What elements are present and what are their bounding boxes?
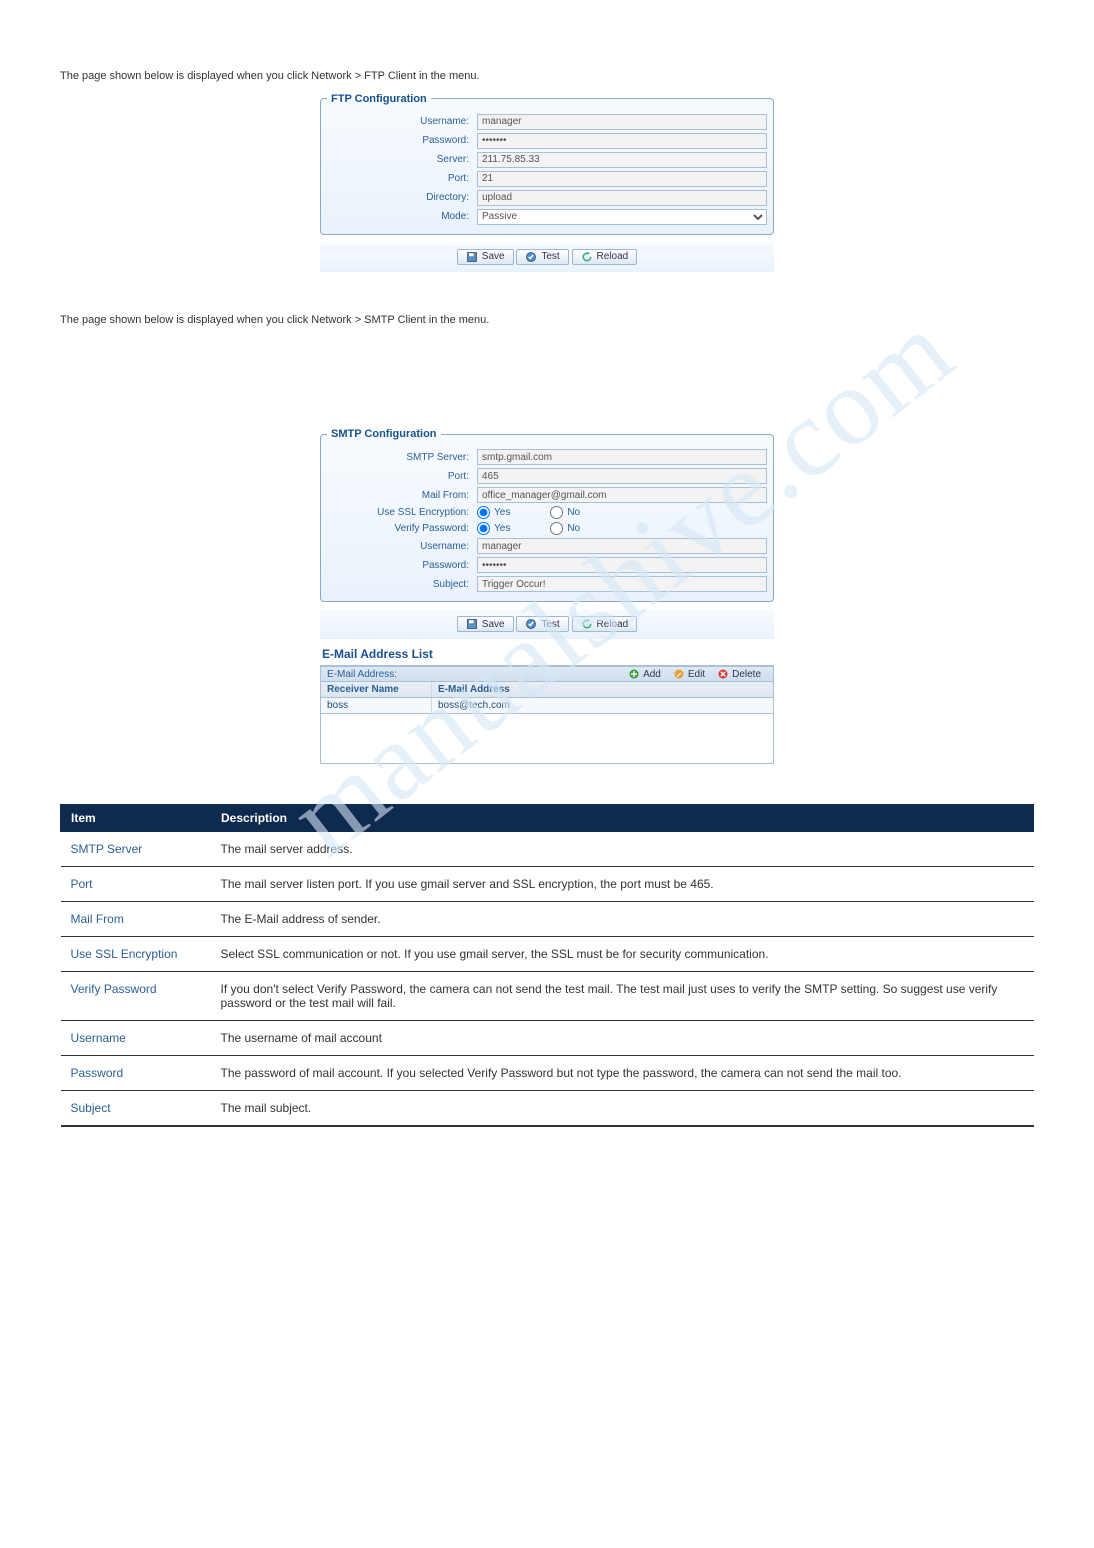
add-icon	[628, 668, 640, 680]
delete-button[interactable]: Delete	[711, 668, 767, 680]
email-list-toolbar: E-Mail Address: Add Edit Delete	[320, 666, 774, 682]
ftp-port-input[interactable]	[477, 171, 767, 187]
cell-description: The E-Mail address of sender.	[211, 902, 1034, 937]
smtp-test-button[interactable]: Test	[516, 616, 568, 632]
email-grid-body	[320, 714, 774, 764]
smtp-username-input[interactable]	[477, 538, 767, 554]
cell-item: Mail From	[61, 902, 211, 937]
smtp-verify-label: Verify Password:	[327, 523, 477, 534]
smtp-password-input[interactable]	[477, 557, 767, 573]
save-icon	[466, 618, 478, 630]
ftp-reload-button[interactable]: Reload	[572, 249, 638, 265]
table-row: Verify PasswordIf you don't select Verif…	[61, 972, 1034, 1021]
reload-icon	[581, 618, 593, 630]
verify-yes-radio[interactable]	[477, 522, 490, 535]
smtp-panel: SMTP Configuration SMTP Server: Port: Ma…	[320, 428, 774, 764]
cell-description: The mail server address.	[211, 832, 1034, 867]
ssl-yes-radio[interactable]	[477, 506, 490, 519]
cell-description: The mail subject.	[211, 1091, 1034, 1127]
ftp-test-button[interactable]: Test	[516, 249, 568, 265]
smtp-ssl-label: Use SSL Encryption:	[327, 507, 477, 518]
cell-item: Use SSL Encryption	[61, 937, 211, 972]
email-grid-row[interactable]: boss boss@tech.com	[320, 698, 774, 714]
ftp-server-input[interactable]	[477, 152, 767, 168]
smtp-server-input[interactable]	[477, 449, 767, 465]
smtp-password-label: Password:	[327, 560, 477, 571]
table-row: SubjectThe mail subject.	[61, 1091, 1034, 1127]
table-row: Use SSL EncryptionSelect SSL communicati…	[61, 937, 1034, 972]
test-icon	[525, 251, 537, 263]
ssl-no-radio[interactable]	[550, 506, 563, 519]
cell-item: Verify Password	[61, 972, 211, 1021]
row-name: boss	[321, 698, 431, 713]
reload-icon	[581, 251, 593, 263]
smtp-subject-input[interactable]	[477, 576, 767, 592]
cell-description: If you don't select Verify Password, the…	[211, 972, 1034, 1021]
save-icon	[466, 251, 478, 263]
edit-button[interactable]: Edit	[667, 668, 711, 680]
smtp-subject-label: Subject:	[327, 579, 477, 590]
ftp-password-input[interactable]	[477, 133, 767, 149]
ftp-username-label: Username:	[327, 116, 477, 127]
smtp-mailfrom-label: Mail From:	[327, 490, 477, 501]
table-row: SMTP ServerThe mail server address.	[61, 832, 1034, 867]
smtp-fieldset: SMTP Configuration SMTP Server: Port: Ma…	[320, 428, 774, 602]
ftp-mode-select[interactable]: Passive	[477, 209, 767, 225]
cell-item: Port	[61, 867, 211, 902]
table-row: PortThe mail server listen port. If you …	[61, 867, 1034, 902]
smtp-port-label: Port:	[327, 471, 477, 482]
ftp-panel: FTP Configuration Username: Password: Se…	[320, 93, 774, 272]
add-button[interactable]: Add	[622, 668, 667, 680]
verify-no-radio[interactable]	[550, 522, 563, 535]
email-list-title: E-Mail Address List	[320, 639, 774, 666]
table-row: Mail FromThe E-Mail address of sender.	[61, 902, 1034, 937]
table-row: UsernameThe username of mail account	[61, 1021, 1034, 1056]
ftp-directory-input[interactable]	[477, 190, 767, 206]
ftp-username-input[interactable]	[477, 114, 767, 130]
email-address-label: E-Mail Address:	[327, 669, 397, 680]
cell-description: Select SSL communication or not. If you …	[211, 937, 1034, 972]
cell-item: Password	[61, 1056, 211, 1091]
th-item: Item	[61, 805, 211, 832]
col-receiver: Receiver Name	[321, 682, 431, 697]
row-addr: boss@tech.com	[431, 698, 773, 713]
ftp-fieldset: FTP Configuration Username: Password: Se…	[320, 93, 774, 235]
col-address: E-Mail Address	[431, 682, 773, 697]
cell-item: Subject	[61, 1091, 211, 1127]
intro-text-ftp: The page shown below is displayed when y…	[60, 68, 1034, 85]
smtp-legend: SMTP Configuration	[327, 428, 441, 440]
ftp-mode-label: Mode:	[327, 211, 477, 222]
smtp-mailfrom-input[interactable]	[477, 487, 767, 503]
smtp-server-label: SMTP Server:	[327, 452, 477, 463]
ftp-port-label: Port:	[327, 173, 477, 184]
ftp-server-label: Server:	[327, 154, 477, 165]
ftp-directory-label: Directory:	[327, 192, 477, 203]
email-grid-header: Receiver Name E-Mail Address	[320, 682, 774, 698]
cell-item: Username	[61, 1021, 211, 1056]
smtp-port-input[interactable]	[477, 468, 767, 484]
th-desc: Description	[211, 805, 1034, 832]
edit-icon	[673, 668, 685, 680]
ftp-password-label: Password:	[327, 135, 477, 146]
smtp-save-button[interactable]: Save	[457, 616, 514, 632]
ftp-save-button[interactable]: Save	[457, 249, 514, 265]
cell-description: The mail server listen port. If you use …	[211, 867, 1034, 902]
cell-description: The username of mail account	[211, 1021, 1034, 1056]
smtp-reload-button[interactable]: Reload	[572, 616, 638, 632]
cell-item: SMTP Server	[61, 832, 211, 867]
description-table: Item Description SMTP ServerThe mail ser…	[60, 804, 1034, 1127]
test-icon	[525, 618, 537, 630]
ftp-legend: FTP Configuration	[327, 93, 431, 105]
table-row: PasswordThe password of mail account. If…	[61, 1056, 1034, 1091]
cell-description: The password of mail account. If you sel…	[211, 1056, 1034, 1091]
intro-text-smtp: The page shown below is displayed when y…	[60, 312, 1034, 329]
delete-icon	[717, 668, 729, 680]
smtp-username-label: Username:	[327, 541, 477, 552]
